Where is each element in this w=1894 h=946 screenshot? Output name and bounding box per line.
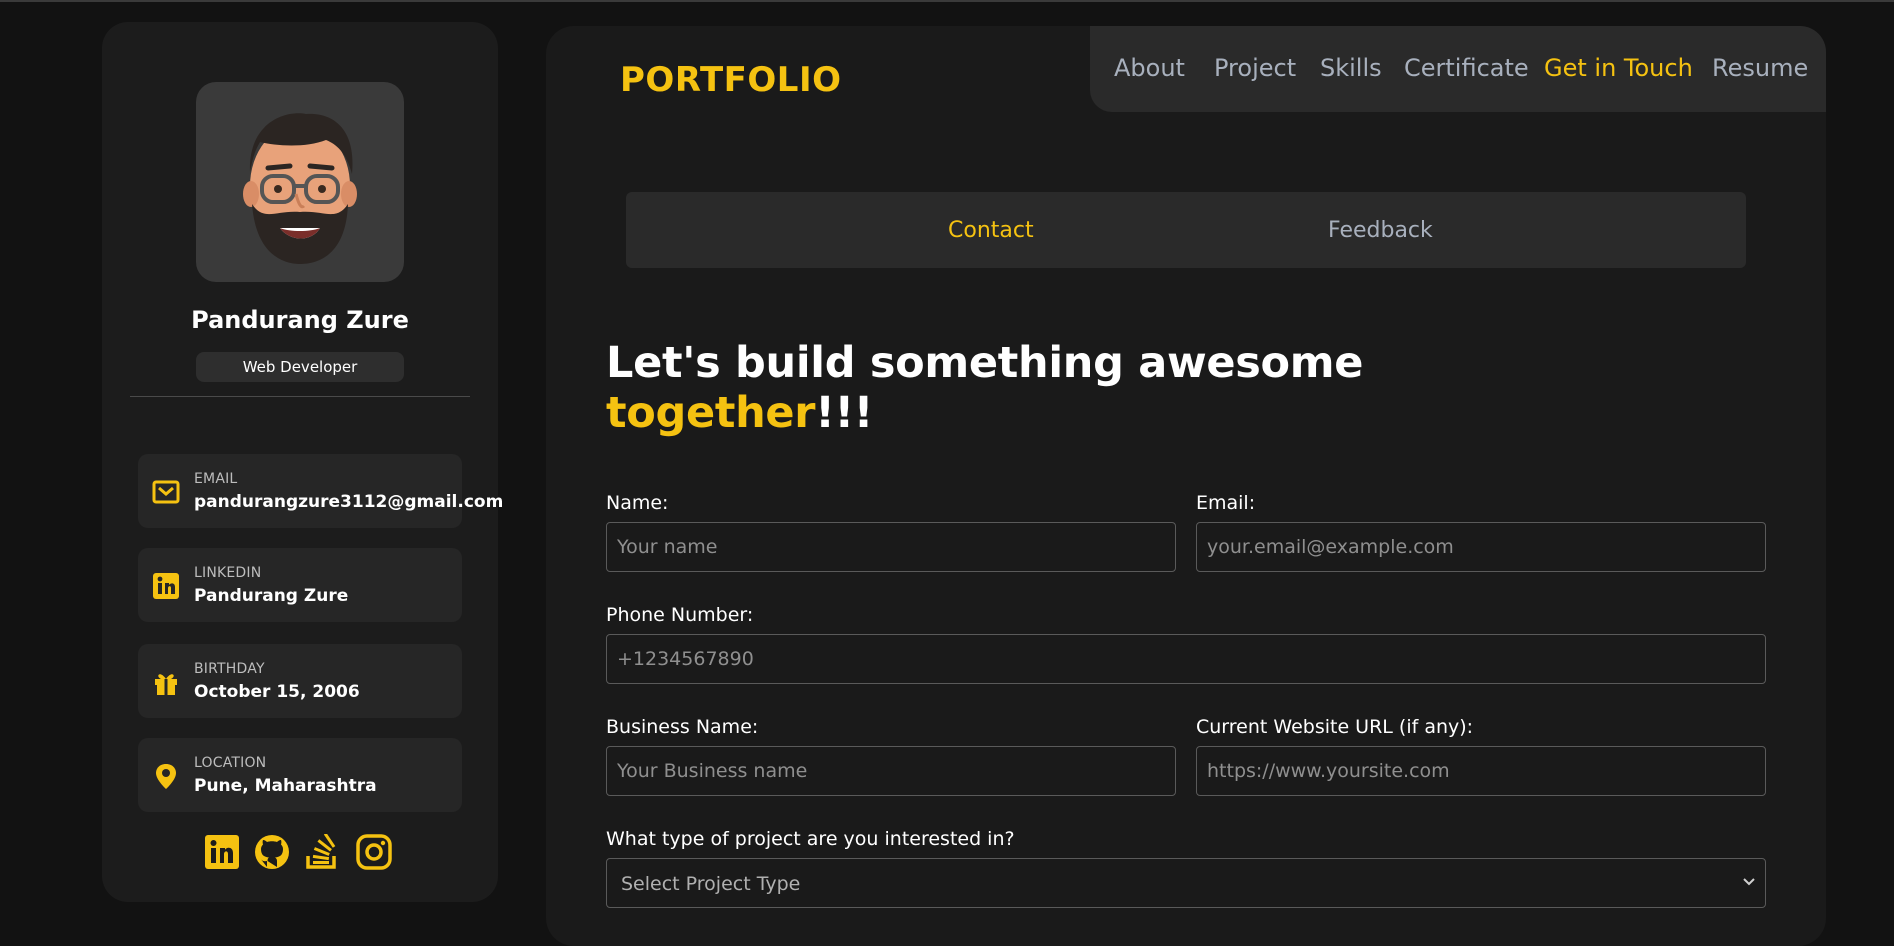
linkedin-icon	[153, 573, 179, 599]
email-input[interactable]	[1196, 522, 1766, 572]
project-type-label: What type of project are you interested …	[606, 828, 1015, 850]
info-label: BIRTHDAY	[194, 661, 265, 677]
birthday-value: October 15, 2006	[194, 682, 360, 702]
email-label: Email:	[1196, 492, 1256, 514]
name-input[interactable]	[606, 522, 1176, 572]
memoji-avatar	[243, 113, 357, 264]
nav-about[interactable]: About	[1114, 54, 1185, 82]
website-input[interactable]	[1196, 746, 1766, 796]
email-value[interactable]: pandurangzure3112@gmail.com	[194, 492, 503, 512]
nav-skills[interactable]: Skills	[1320, 54, 1382, 82]
phone-input[interactable]	[606, 634, 1766, 684]
location-pin-icon	[156, 764, 176, 789]
social-links	[204, 834, 398, 874]
contact-tabs: Contact Feedback	[626, 192, 1746, 268]
nav-project[interactable]: Project	[1214, 54, 1296, 82]
business-input[interactable]	[606, 746, 1176, 796]
info-card-birthday: BIRTHDAY October 15, 2006	[138, 644, 462, 718]
linkedin-icon[interactable]	[204, 834, 240, 870]
role-badge: Web Developer	[196, 352, 404, 382]
name-label: Name:	[606, 492, 669, 514]
main-panel: PORTFOLIO About Project Skills Certifica…	[546, 26, 1826, 946]
gift-icon	[155, 674, 177, 695]
top-navigation: About Project Skills Certificate Get in …	[1090, 26, 1826, 112]
stackoverflow-icon[interactable]	[304, 834, 340, 870]
headline-line1: Let's build something awesome	[606, 338, 1364, 388]
tab-contact[interactable]: Contact	[948, 218, 1034, 243]
profile-name: Pandurang Zure	[191, 306, 409, 334]
phone-label: Phone Number:	[606, 604, 754, 626]
tab-feedback[interactable]: Feedback	[1328, 218, 1433, 243]
page-headline: Let's build something awesome together!!…	[606, 338, 1363, 438]
headline-accent: together	[606, 388, 816, 438]
nav-get-in-touch[interactable]: Get in Touch	[1544, 54, 1693, 82]
window-top-border	[0, 0, 1894, 2]
avatar	[196, 82, 404, 282]
project-type-selected: Select Project Type	[621, 873, 801, 895]
chevron-down-icon	[1743, 878, 1755, 886]
project-type-select[interactable]: Select Project Type	[606, 858, 1766, 908]
info-card-email[interactable]: EMAIL pandurangzure3112@gmail.com	[138, 454, 503, 528]
linkedin-value[interactable]: Pandurang Zure	[194, 586, 348, 606]
github-icon[interactable]	[254, 834, 290, 870]
nav-certificate[interactable]: Certificate	[1404, 54, 1529, 82]
headline-suffix: !!!	[815, 388, 874, 438]
brand-title[interactable]: PORTFOLIO	[620, 60, 842, 100]
info-label: LOCATION	[194, 755, 267, 771]
profile-sidebar: Pandurang Zure Web Developer EMAIL pandu…	[102, 22, 503, 902]
business-label: Business Name:	[606, 716, 759, 738]
info-card-linkedin[interactable]: LINKEDIN Pandurang Zure	[138, 548, 462, 622]
info-label: EMAIL	[194, 471, 238, 487]
location-value: Pune, Maharashtra	[194, 776, 377, 796]
mail-icon	[152, 480, 180, 504]
info-label: LINKEDIN	[194, 565, 262, 581]
info-card-location: LOCATION Pune, Maharashtra	[138, 738, 462, 812]
website-label: Current Website URL (if any):	[1196, 716, 1474, 738]
instagram-icon[interactable]	[356, 834, 392, 870]
nav-resume[interactable]: Resume	[1712, 54, 1808, 82]
sidebar-divider	[130, 396, 470, 397]
